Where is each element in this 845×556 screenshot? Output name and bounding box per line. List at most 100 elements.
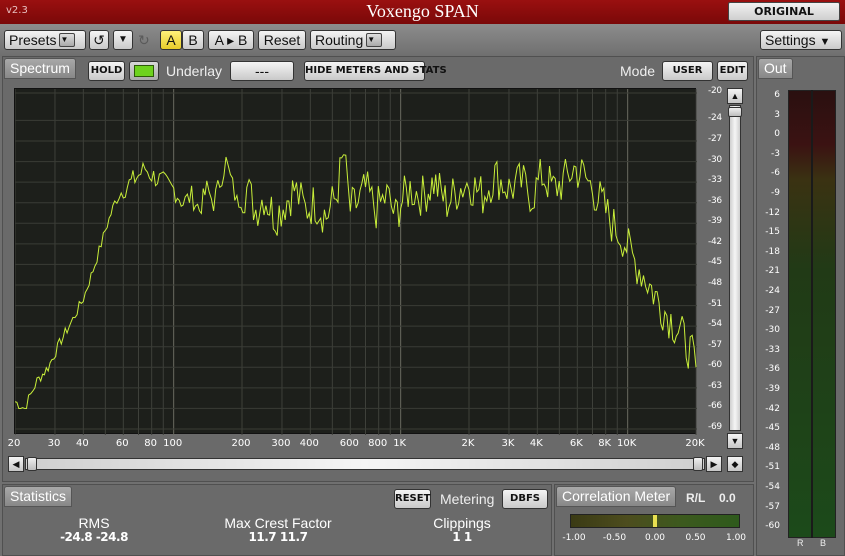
out-meter-tick-label: -54 [765,482,780,492]
out-meter-tick-label: -9 [771,188,780,198]
frequency-tick-label: 60 [115,438,129,449]
spectrum-chart [15,89,697,435]
rms-value: -24.8 -24.8 [60,530,128,544]
horizontal-scrollbar[interactable] [25,458,705,470]
settings-button[interactable]: Settings ▼ [760,30,842,50]
tab-out[interactable]: Out [758,58,793,79]
spectrum-line [15,154,697,410]
metering-label: Metering [440,491,495,507]
db-tick-label: -30 [708,154,722,165]
preset-menu-button[interactable]: ▼ [113,30,133,50]
db-tick-label: -69 [708,422,722,432]
out-meter-tick-label: -42 [765,403,780,414]
metering-select[interactable]: DBFS [502,489,548,509]
frequency-tick-label: 6K [569,438,583,449]
crest-label: Max Crest Factor [224,515,332,531]
vertical-scrollbar[interactable] [729,105,741,431]
chevron-right-icon: ▶ [710,459,718,469]
chevron-down-icon: ▼ [819,36,831,48]
reset-button[interactable]: Reset [258,30,306,50]
stats-reset-button[interactable]: RESET [394,489,431,509]
frequency-tick-label: 3K [501,438,515,449]
out-meter-tick-label: -51 [765,462,780,473]
frequency-tick-label: 8K [598,438,612,449]
scroll-right-button[interactable]: ▶ [706,456,722,472]
db-tick-label: -33 [708,175,722,186]
frequency-tick-label: 80 [144,438,158,449]
db-tick-label: -57 [708,339,722,350]
db-tick-label: -66 [708,401,722,412]
scroll-up-button[interactable]: ▲ [727,88,743,104]
frequency-tick-label: 20K [685,438,705,449]
scroll-down-button[interactable]: ▼ [727,433,743,449]
frequency-tick-label: 1K [393,438,407,449]
spectrum-plot[interactable] [14,88,697,435]
db-tick-label: -63 [708,380,722,391]
presets-button[interactable]: Presets ▼ [4,30,86,50]
out-meter-tick-label: -21 [765,266,780,277]
meter-divider [811,90,813,538]
horizontal-scroll-handle-right[interactable] [693,457,703,471]
title-bar: v2.3 Voxengo SPAN ORIGINAL [0,0,845,24]
db-tick-label: -27 [708,134,722,144]
out-meter-tick-label: -6 [771,168,780,179]
rms-label: RMS [78,515,110,531]
out-meter-tick-label: -36 [765,364,780,375]
db-tick-label: -60 [708,360,722,371]
db-tick-label: -54 [708,319,722,330]
out-meter-tick-label: -48 [765,442,780,453]
out-meter-tick-label: -45 [765,423,780,434]
frequency-tick-label: 600 [339,438,359,449]
undo-button[interactable]: ↺ [89,30,109,50]
out-meter-tick-label: -30 [765,325,780,336]
ab-b-button[interactable]: B [182,30,204,50]
db-tick-label: -24 [708,113,722,124]
rl-value: 0.0 [719,491,736,505]
diamond-icon: ◆ [731,459,739,469]
redo-icon[interactable]: ↻ [138,32,150,49]
vertical-scroll-handle[interactable] [728,107,742,117]
tab-statistics[interactable]: Statistics [4,486,73,507]
channel-label-r: R [797,538,804,548]
db-tick-label: -48 [708,278,722,288]
chevron-left-icon: ◀ [12,459,20,469]
hide-meters-button[interactable]: HIDE METERS AND STATS [304,61,447,81]
hold-button[interactable]: HOLD [88,61,125,81]
routing-button[interactable]: Routing ▼ [310,30,396,50]
out-meter-tick-label: -15 [765,227,780,238]
original-button[interactable]: ORIGINAL [728,2,840,21]
chevron-down-icon: ▼ [366,33,383,48]
hold-toggle[interactable] [129,61,159,81]
db-tick-label: -51 [708,298,722,309]
tab-spectrum[interactable]: Spectrum [4,58,76,79]
underlay-select[interactable]: --- [230,61,294,81]
frequency-tick-label: 800 [368,438,388,449]
frequency-tick-label: 200 [231,438,251,449]
tab-correlation[interactable]: Correlation Meter [556,486,677,507]
db-tick-label: -36 [708,195,722,206]
correlation-tick-label: -1.00 [562,533,586,543]
out-meter-tick-label: 3 [774,109,780,120]
clippings-label: Clippings [433,515,491,531]
mode-user-button[interactable]: USER [662,61,713,81]
routing-label: Routing [315,32,364,48]
hold-led [134,65,154,77]
ab-a-button[interactable]: A [160,30,182,50]
zoom-fit-button[interactable]: ◆ [727,456,743,472]
out-meter-tick-label: -33 [765,344,780,355]
edit-button[interactable]: EDIT [717,61,748,81]
frequency-tick-label: 40 [75,438,89,449]
undo-icon: ↺ [93,32,105,48]
out-meter-tick-label: -12 [765,207,780,218]
clippings-value: 1 1 [452,530,472,544]
channel-label-b: B [820,538,827,548]
db-tick-label: -20 [708,86,722,96]
presets-label: Presets [9,32,57,48]
scroll-left-button[interactable]: ◀ [8,456,24,472]
out-meter-tick-label: -57 [765,501,780,512]
horizontal-scroll-handle-left[interactable] [27,457,37,471]
a-to-b-button[interactable]: A ▸ B [208,30,254,50]
settings-label: Settings [765,32,816,48]
chevron-up-icon: ▲ [730,91,740,101]
rl-label: R/L [686,491,706,505]
